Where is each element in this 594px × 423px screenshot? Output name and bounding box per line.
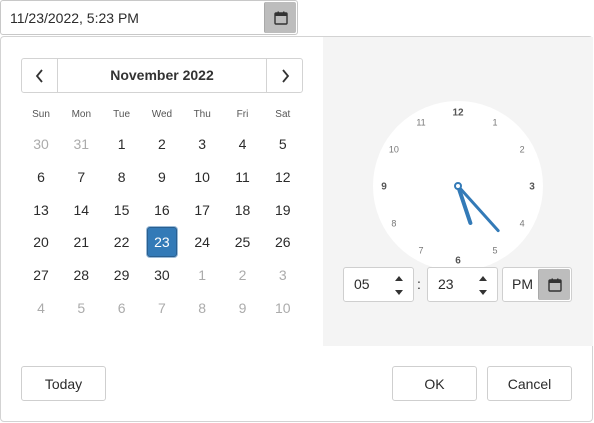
clock-number: 2: [520, 145, 525, 155]
calendar-day[interactable]: 8: [107, 162, 137, 192]
calendar-day[interactable]: 8: [187, 293, 217, 323]
clock-number: 6: [455, 256, 461, 267]
calendar-day[interactable]: 20: [26, 227, 56, 257]
calendar-day[interactable]: 3: [187, 129, 217, 159]
clock-number: 9: [381, 182, 387, 193]
hour-decrement-button[interactable]: [394, 287, 404, 297]
clock-number: 1: [492, 117, 497, 127]
weekday-label: Fri: [236, 109, 249, 120]
datetime-popup: November 2022 Sun Mon Tue Wed Thu Fri Sat 30 31…: [0, 36, 593, 422]
weekday-label: Sat: [275, 109, 291, 120]
ampm-value[interactable]: PM: [512, 268, 533, 301]
today-button[interactable]: Today: [21, 366, 106, 401]
calendar-icon: [273, 11, 288, 25]
calendar-day[interactable]: 13: [26, 195, 56, 225]
calendar-day[interactable]: 26: [268, 227, 298, 257]
minute-increment-button[interactable]: [478, 273, 488, 283]
calendar-day[interactable]: 14: [66, 195, 96, 225]
calendar-day[interactable]: 7: [66, 162, 96, 192]
weekday-label: Thu: [193, 109, 211, 120]
calendar-day[interactable]: 30: [147, 260, 177, 290]
calendar-icon: [547, 278, 562, 292]
calendar-day[interactable]: 24: [187, 227, 217, 257]
calendar-header: November 2022: [21, 58, 303, 93]
minute-spinner[interactable]: 23: [427, 267, 498, 302]
caret-down-icon: [479, 289, 487, 295]
calendar-day[interactable]: 22: [107, 227, 137, 257]
clock-number: 7: [418, 246, 423, 256]
weekday-header-row: Sun Mon Tue Wed Thu Fri Sat: [21, 109, 303, 123]
calendar-day[interactable]: 10: [187, 162, 217, 192]
calendar-day[interactable]: 5: [66, 293, 96, 323]
calendar-day[interactable]: 1: [107, 129, 137, 159]
calendar-day[interactable]: 4: [228, 129, 258, 159]
hour-value[interactable]: 05: [354, 268, 370, 301]
prev-month-button[interactable]: [22, 59, 58, 92]
calendar-day[interactable]: 19: [268, 195, 298, 225]
datetime-input[interactable]: 11/23/2022, 5:23 PM: [0, 0, 298, 35]
calendar-day[interactable]: 25: [228, 227, 258, 257]
hour-increment-button[interactable]: [394, 273, 404, 283]
ampm-toggle-button[interactable]: [538, 269, 570, 300]
calendar-day[interactable]: 1: [187, 260, 217, 290]
analog-clock[interactable]: 121234567891011: [372, 100, 544, 272]
calendar-day[interactable]: 21: [66, 227, 96, 257]
calendar-day[interactable]: 3: [268, 260, 298, 290]
calendar-day[interactable]: 7: [147, 293, 177, 323]
clock-center-pivot: [454, 182, 462, 190]
calendar-day[interactable]: 30: [26, 129, 56, 159]
cancel-button[interactable]: Cancel: [487, 366, 572, 401]
clock-number: 4: [520, 219, 525, 229]
clock-number: 12: [452, 108, 464, 119]
calendar-day[interactable]: 6: [107, 293, 137, 323]
weekday-label: Sun: [32, 109, 50, 120]
calendar-day[interactable]: 10: [268, 293, 298, 323]
calendar-day[interactable]: 5: [268, 129, 298, 159]
next-month-button[interactable]: [266, 59, 302, 92]
calendar-day[interactable]: 12: [268, 162, 298, 192]
calendar-day[interactable]: 28: [66, 260, 96, 290]
clock-number: 11: [416, 117, 425, 127]
weekday-label: Wed: [151, 109, 173, 120]
clock-number: 8: [391, 219, 396, 229]
datetime-input-value[interactable]: 11/23/2022, 5:23 PM: [10, 1, 139, 35]
calendar-day[interactable]: 2: [228, 260, 258, 290]
caret-up-icon: [479, 275, 487, 281]
calendar-day-selected[interactable]: 23: [146, 227, 177, 258]
weekday-label: Mon: [71, 109, 92, 120]
minute-decrement-button[interactable]: [478, 287, 488, 297]
ok-button[interactable]: OK: [392, 366, 477, 401]
time-separator: :: [417, 276, 421, 292]
calendar-day[interactable]: 9: [147, 162, 177, 192]
calendar-day[interactable]: 11: [228, 162, 258, 192]
clock-number: 10: [389, 145, 399, 155]
calendar-day[interactable]: 2: [147, 129, 177, 159]
clock-number: 3: [529, 182, 535, 193]
chevron-right-icon: [281, 68, 289, 83]
calendar-day[interactable]: 16: [147, 195, 177, 225]
calendar-day[interactable]: 6: [26, 162, 56, 192]
minute-value[interactable]: 23: [438, 268, 454, 301]
calendar-day[interactable]: 9: [228, 293, 258, 323]
calendar-day[interactable]: 31: [66, 129, 96, 159]
caret-down-icon: [395, 289, 403, 295]
ampm-selector[interactable]: PM: [502, 267, 572, 302]
calendar-day[interactable]: 29: [107, 260, 137, 290]
clock-number: 5: [492, 246, 497, 256]
chevron-left-icon: [35, 68, 43, 83]
calendar-day[interactable]: 4: [26, 293, 56, 323]
month-title-button[interactable]: November 2022: [58, 59, 266, 92]
calendar-day[interactable]: 15: [107, 195, 137, 225]
calendar-day[interactable]: 27: [26, 260, 56, 290]
calendar-day[interactable]: 17: [187, 195, 217, 225]
caret-up-icon: [395, 275, 403, 281]
calendar-day[interactable]: 18: [228, 195, 258, 225]
weekday-label: Tue: [113, 109, 131, 120]
hour-spinner[interactable]: 05: [343, 267, 414, 302]
calendar-toggle-button[interactable]: [264, 2, 296, 33]
calendar-days-grid: 30 31 1 2 3 4 5 6 7 8 9 10 11 12 13 14 15 16 17 18 19 20 21 22 2…: [21, 129, 303, 329]
